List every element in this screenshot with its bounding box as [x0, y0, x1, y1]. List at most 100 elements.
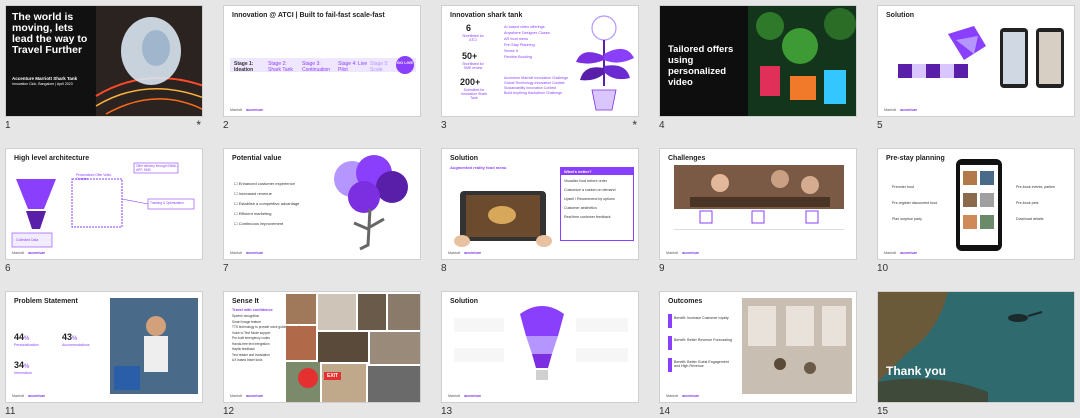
- stage-label: Stage 3: Continuation: [302, 61, 331, 73]
- slide-footer: Marriott accenture: [448, 394, 481, 398]
- panel-title: What's better?: [561, 168, 633, 175]
- restaurant-photo: [674, 165, 844, 230]
- slide-star-marker: *: [196, 118, 201, 132]
- footer-right: accenture: [682, 394, 700, 398]
- slide-star-marker: *: [632, 118, 637, 132]
- slide-footer: Marriott accenture: [230, 251, 263, 255]
- slide-14-canvas: Outcomes Benefit: Increase Customer loya…: [659, 291, 857, 403]
- slide-thumbnail-15[interactable]: Thank you 15: [877, 291, 1075, 417]
- footer-left: Marriott: [230, 251, 243, 255]
- slide-number: 15: [877, 406, 889, 417]
- footer-right: accenture: [682, 251, 700, 255]
- footer-right: accenture: [246, 108, 264, 112]
- slide-footer: Marriott accenture: [230, 394, 263, 398]
- footer-left: Marriott: [448, 394, 461, 398]
- feature-item: Download details: [1016, 217, 1044, 221]
- benefit-item: Real time customer feedback: [564, 215, 611, 219]
- slide-footer: Marriott accenture: [230, 108, 263, 112]
- slide-thumbnail-1[interactable]: The world is moving, lets lead the way t…: [5, 5, 203, 132]
- slide-15-title: Thank you: [886, 364, 947, 378]
- slide-4-title-line: using: [668, 55, 694, 66]
- feature-item: Pre-book events, parties: [1016, 185, 1055, 189]
- arch-label: Offer delivery through EMAIL, APP, SMS: [136, 164, 178, 172]
- underwater-diver-photo: [878, 292, 1074, 402]
- slide-thumbnail-8[interactable]: Solution Augmented reality food menu Wha…: [441, 148, 639, 274]
- slide-thumbnail-5[interactable]: Solution Marriott accenture 5: [877, 5, 1075, 131]
- slide-4-canvas: Tailored offers using personalized video: [659, 5, 857, 117]
- arch-label: Tracking & Optimization: [150, 201, 184, 205]
- slide-7-canvas: Potential value ☐ Enhanced customer expe…: [223, 148, 421, 260]
- slide-number: 12: [223, 406, 235, 417]
- slide-footer: Marriott accenture: [666, 251, 699, 255]
- slide-number: 7: [223, 263, 229, 274]
- footer-left: Marriott: [12, 251, 25, 255]
- slide-2-title: Innovation @ ATCI | Built to fail-fast s…: [232, 12, 385, 19]
- go-live-badge: GO LIVE: [396, 56, 414, 74]
- slide-11-canvas: Problem Statement 44% Personalization 43…: [5, 291, 203, 403]
- slide-1-title-line: Travel Further: [12, 44, 83, 56]
- stage-label: Stage 5: Scale: [370, 61, 389, 73]
- slide-1-canvas: The world is moving, lets lead the way t…: [5, 5, 203, 117]
- slide-1-subline: Innovation Club, Bangalore | April 2023: [12, 82, 73, 86]
- arch-label: Collected Data: [16, 238, 39, 242]
- slide-thumbnail-4[interactable]: Tailored offers using personalized video…: [659, 5, 857, 131]
- slide-thumbnail-10[interactable]: Pre-stay planning Preorder food Pre-regi…: [877, 148, 1075, 274]
- slide-number: 9: [659, 263, 665, 274]
- slide-thumbnail-9[interactable]: Challenges Marriott accenture 9: [659, 148, 857, 274]
- slide-thumbnail-3[interactable]: Innovation shark tank 6 Shortlisted for …: [441, 5, 639, 132]
- slide-number: 8: [441, 263, 447, 274]
- slide-footer: Marriott accenture: [666, 394, 699, 398]
- slide-number: 11: [5, 406, 16, 417]
- slide-8-canvas: Solution Augmented reality food menu Wha…: [441, 148, 639, 260]
- slide-thumbnail-11[interactable]: Problem Statement 44% Personalization 43…: [5, 291, 203, 417]
- slide-6-canvas: High level architecture Offer delivery t…: [5, 148, 203, 260]
- slide-1-subtitle: Accenture Marriott Shark Tank: [12, 76, 78, 81]
- slide-12-canvas: Sense It Travel with confidence Speech r…: [223, 291, 421, 403]
- benefit-item: Visualize food before order: [564, 179, 607, 183]
- footer-right: accenture: [900, 251, 918, 255]
- feature-item: Pre-book pets: [1016, 201, 1039, 205]
- slide-number: 1: [5, 120, 11, 131]
- footer-left: Marriott: [12, 394, 25, 398]
- slide-thumbnail-14[interactable]: Outcomes Benefit: Increase Customer loya…: [659, 291, 857, 417]
- slide-thumbnail-12[interactable]: Sense It Travel with confidence Speech r…: [223, 291, 421, 417]
- slide-number: 6: [5, 263, 11, 274]
- slide-4-title-line: Tailored offers: [668, 44, 734, 55]
- slide-footer: Marriott accenture: [448, 251, 481, 255]
- footer-left: Marriott: [230, 394, 243, 398]
- footer-left: Marriott: [884, 108, 897, 112]
- benefit-item: Customer aesthetics: [564, 206, 597, 210]
- slide-2-canvas: Innovation @ ATCI | Built to fail-fast s…: [223, 5, 421, 117]
- slide-10-canvas: Pre-stay planning Preorder food Pre-regi…: [877, 148, 1075, 260]
- footer-right: accenture: [900, 108, 918, 112]
- footer-left: Marriott: [666, 394, 679, 398]
- slide-thumbnail-2[interactable]: Innovation @ ATCI | Built to fail-fast s…: [223, 5, 421, 131]
- slide-footer: Marriott accenture: [12, 394, 45, 398]
- footer-left: Marriott: [448, 251, 461, 255]
- hotel-lobby-photo: [742, 298, 852, 394]
- tree-illustration: [334, 155, 408, 251]
- traveler-photo: [110, 298, 198, 394]
- go-live-label: GO LIVE: [396, 60, 414, 65]
- exit-sign: EXIT: [324, 372, 342, 380]
- slide-number: 5: [877, 120, 883, 131]
- footer-left: Marriott: [884, 251, 897, 255]
- stage-label: Stage 4: Live Pilot: [338, 61, 368, 73]
- slide-thumbnail-7[interactable]: Potential value ☐ Enhanced customer expe…: [223, 148, 421, 274]
- slide-4-title-line: personalized: [668, 66, 727, 77]
- slide-thumbnail-6[interactable]: High level architecture Offer delivery t…: [5, 148, 203, 274]
- footer-right: accenture: [464, 251, 482, 255]
- stage-label: Stage 2: Shark Tank: [268, 61, 293, 73]
- lightbulb-illustration: [454, 306, 628, 380]
- slide-3-canvas: Innovation shark tank 6 Shortlisted for …: [441, 5, 639, 117]
- footer-left: Marriott: [666, 251, 679, 255]
- slide-number: 2: [223, 120, 229, 131]
- footer-right: accenture: [28, 251, 46, 255]
- slide-number: 10: [877, 263, 889, 274]
- solution-illustration: [898, 26, 1064, 88]
- right-features: Pre-book events, parties Pre-book pets D…: [1016, 179, 1055, 227]
- arch-label: Personalized Offer Video Creation: [76, 173, 112, 181]
- lightbulb-plant-illustration: [576, 15, 634, 111]
- slide-thumbnail-13[interactable]: Solution Marriott accenture 13: [441, 291, 639, 417]
- slide-15-canvas: Thank you: [877, 291, 1075, 403]
